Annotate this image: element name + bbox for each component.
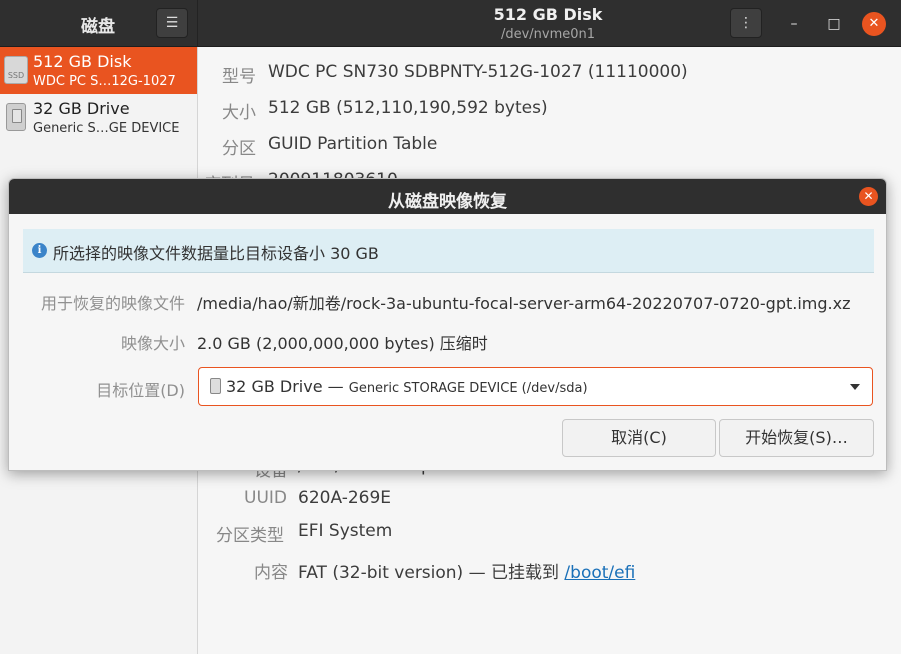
kebab-menu-button[interactable]: ⋮	[730, 8, 762, 38]
partition-type-value: EFI System	[298, 521, 393, 541]
model-label: 型号	[222, 67, 256, 87]
info-message: 所选择的映像文件数据量比目标设备小 30 GB	[53, 244, 379, 263]
disk-name: 32 GB Drive	[33, 99, 130, 118]
image-file-label: 用于恢复的映像文件	[40, 294, 185, 313]
info-bar: i 所选择的映像文件数据量比目标设备小 30 GB	[23, 229, 874, 273]
target-device-select[interactable]: 32 GB Drive — Generic STORAGE DEVICE (/d…	[198, 367, 873, 406]
model-value: WDC PC SN730 SDBPNTY-512G-1027 (11110000…	[268, 62, 688, 82]
target-device-desc: Generic STORAGE DEVICE (/dev/sda)	[348, 381, 588, 396]
minimize-icon[interactable]: –	[782, 12, 806, 36]
disk-desc: WDC PC S…12G-1027	[33, 74, 176, 89]
target-label: 目标位置(D)	[96, 381, 185, 400]
ssd-icon: SSD	[4, 56, 28, 84]
hamburger-menu-button[interactable]: ☰	[156, 8, 188, 38]
partition-value: GUID Partition Table	[268, 134, 438, 154]
image-size-value: 2.0 GB (2,000,000,000 bytes) 压缩时	[197, 334, 488, 353]
usb-drive-icon	[210, 378, 221, 394]
disk-desc: Generic S…GE DEVICE	[33, 121, 180, 136]
chevron-down-icon	[850, 384, 860, 390]
header-bar: 磁盘 ☰ 512 GB Disk /dev/nvme0n1 ⋮ – □ ✕	[0, 0, 901, 47]
target-device-text: 32 GB Drive — Generic STORAGE DEVICE (/d…	[226, 377, 588, 396]
sidebar-item-512gb-disk[interactable]: SSD 512 GB Disk WDC PC S…12G-1027	[0, 47, 197, 94]
size-label: 大小	[222, 103, 256, 123]
partition-label: 分区	[222, 139, 256, 159]
size-value: 512 GB (512,110,190,592 bytes)	[268, 98, 548, 118]
image-file-value: /media/hao/新加卷/rock-3a-ubuntu-focal-serv…	[197, 294, 851, 313]
dialog-titlebar: 从磁盘映像恢复 ✕	[9, 179, 886, 214]
image-size-label: 映像大小	[120, 334, 185, 353]
disk-name: 512 GB Disk	[33, 52, 132, 71]
close-icon[interactable]: ✕	[859, 187, 878, 206]
dialog-title: 从磁盘映像恢复	[388, 192, 507, 212]
sidebar-item-32gb-drive[interactable]: 32 GB Drive Generic S…GE DEVICE	[0, 94, 197, 141]
uuid-label: UUID	[244, 488, 287, 508]
sidebar-header: 磁盘 ☰	[0, 0, 198, 47]
target-device-name: 32 GB Drive —	[226, 377, 344, 396]
mount-point-link[interactable]: /boot/efi	[564, 563, 635, 583]
content-label: 内容	[254, 563, 288, 583]
uuid-value: 620A-269E	[298, 488, 392, 508]
usb-drive-icon	[6, 103, 26, 131]
cancel-button[interactable]: 取消(C)	[562, 419, 716, 457]
partition-type-label: 分区类型	[216, 526, 284, 546]
close-window-icon[interactable]: ✕	[862, 12, 886, 36]
restore-disk-image-dialog: 从磁盘映像恢复 ✕ i 所选择的映像文件数据量比目标设备小 30 GB 用于恢复…	[8, 178, 887, 471]
content-value: FAT (32-bit version) — 已挂载到 /boot/efi	[298, 558, 635, 583]
maximize-icon[interactable]: □	[822, 12, 846, 36]
start-restore-button[interactable]: 开始恢复(S)…	[719, 419, 874, 457]
content-text: FAT (32-bit version) — 已挂载到	[298, 563, 560, 583]
info-icon: i	[32, 243, 47, 258]
